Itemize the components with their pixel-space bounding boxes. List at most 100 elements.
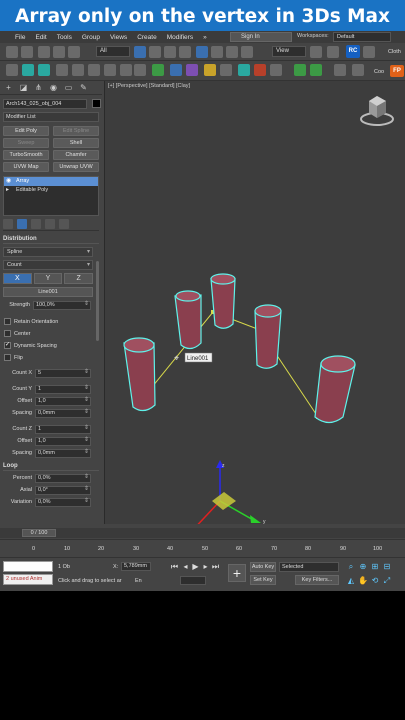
menu-create[interactable]: Create — [132, 34, 162, 41]
go-to-end-icon[interactable]: ⏭ — [211, 562, 220, 571]
pin-stack-icon[interactable] — [3, 219, 13, 229]
checkbox-box[interactable] — [4, 354, 11, 361]
curve-editor-icon[interactable] — [152, 64, 164, 76]
activeshade-icon[interactable] — [270, 64, 282, 76]
spline-pick-button[interactable]: Line001 — [3, 287, 93, 297]
show-end-result-icon[interactable] — [17, 219, 27, 229]
spacing-z-spinner[interactable]: 0,0mm — [35, 448, 91, 458]
spacing-y-spinner[interactable]: 0,0mm — [35, 408, 91, 418]
utilities-tab-icon[interactable]: ✎ — [78, 83, 89, 93]
modify-tab-icon[interactable]: ◪ — [18, 83, 29, 93]
retain-orientation-checkbox[interactable]: Retain Orientation — [4, 317, 99, 326]
center-checkbox[interactable]: Center — [4, 329, 99, 338]
viewcube-icon[interactable] — [360, 96, 394, 126]
render-icon[interactable] — [238, 64, 250, 76]
workspaces-dropdown[interactable]: Default — [333, 32, 391, 42]
sweep-button[interactable]: Sweep — [3, 138, 49, 148]
undo-icon[interactable] — [6, 46, 18, 58]
go-to-start-icon[interactable]: ⏮ — [170, 562, 179, 571]
zoom-all-icon[interactable]: ⊕ — [358, 562, 368, 572]
perspective-viewport[interactable]: [+] [Perspective] [Standard] [Clay] Line… — [104, 81, 405, 524]
render-setup-icon[interactable] — [204, 64, 216, 76]
expand-arrow-icon[interactable]: ▸ — [6, 186, 9, 195]
schematic-view-icon[interactable] — [170, 64, 182, 76]
orbit-icon[interactable]: ⟲ — [370, 576, 380, 586]
count-x-spinner[interactable]: 5 — [35, 368, 91, 378]
scene-explorer-icon[interactable] — [104, 64, 116, 76]
zoom-extents-icon[interactable]: ⊞ — [370, 562, 380, 572]
percent-snap-icon[interactable] — [38, 64, 50, 76]
axis-z-button[interactable]: Z — [64, 273, 94, 284]
set-key-plus-icon[interactable]: + — [228, 564, 246, 582]
rendered-frame-icon[interactable] — [220, 64, 232, 76]
reference-coordinate-dropdown[interactable]: View — [272, 46, 306, 57]
stack-item-editable-poly[interactable]: ▸ Editable Poly — [4, 186, 98, 195]
spline-line001[interactable] — [147, 311, 319, 418]
edit-spline-button[interactable]: Edit Spline — [53, 126, 99, 136]
cloth-label[interactable]: Cloth — [388, 49, 401, 55]
play-icon[interactable]: ▶ — [191, 562, 200, 571]
maxscript-listener[interactable] — [3, 561, 53, 572]
create-tab-icon[interactable]: + — [3, 83, 14, 93]
menu-group[interactable]: Group — [77, 34, 105, 41]
menu-views[interactable]: Views — [105, 34, 132, 41]
pan-icon[interactable]: ✋ — [358, 576, 368, 586]
angle-snap-icon[interactable] — [22, 64, 34, 76]
count-z-spinner[interactable]: 1 — [35, 424, 91, 434]
shell-button[interactable]: Shell — [53, 138, 99, 148]
coo-label[interactable]: Coo — [374, 69, 384, 75]
stack-item-array[interactable]: ◉ Array — [4, 177, 98, 186]
key-selection-dropdown[interactable]: Selected — [279, 562, 339, 572]
mirror-icon[interactable] — [72, 64, 84, 76]
motion-tab-icon[interactable]: ◉ — [48, 83, 59, 93]
axis-x-button[interactable]: X — [3, 273, 32, 284]
toolbar-grid-icon[interactable] — [294, 64, 306, 76]
count-mode-dropdown[interactable]: Count — [3, 260, 93, 270]
bind-spacewarp-icon[interactable] — [68, 46, 80, 58]
edit-poly-button[interactable]: Edit Poly — [3, 126, 49, 136]
percent-spinner[interactable]: 0,0% — [35, 473, 91, 483]
time-slider-handle[interactable]: 0 / 100 — [22, 529, 56, 537]
distribution-type-dropdown[interactable]: Spline — [3, 247, 93, 257]
distribution-rollout-header[interactable]: Distribution — [3, 235, 99, 244]
fp-plugin-button[interactable]: FP — [390, 65, 404, 77]
count-y-spinner[interactable]: 1 — [35, 384, 91, 394]
configure-sets-icon[interactable] — [59, 219, 69, 229]
panel-scrollbar[interactable] — [96, 261, 99, 341]
select-manipulate-icon[interactable] — [327, 46, 339, 58]
zoom-extents-all-icon[interactable]: ⊟ — [382, 562, 392, 572]
pillar-object[interactable] — [210, 273, 236, 329]
maxscript-output[interactable]: 2 unused Anim — [3, 574, 53, 585]
axis-y-button[interactable]: Y — [33, 273, 63, 284]
toolbar-icon[interactable] — [363, 46, 375, 58]
modifier-list-dropdown[interactable]: Modifier List — [3, 112, 99, 122]
rc-plugin-button[interactable]: RC — [346, 45, 360, 58]
turbosmooth-button[interactable]: TurboSmooth — [3, 150, 49, 160]
previous-frame-icon[interactable]: ◂ — [181, 562, 190, 571]
selection-filter-dropdown[interactable]: All — [96, 46, 130, 57]
material-editor-icon[interactable] — [186, 64, 198, 76]
unlink-icon[interactable] — [53, 46, 65, 58]
window-crossing-icon[interactable] — [179, 46, 191, 58]
select-object-icon[interactable] — [134, 46, 146, 58]
hierarchy-tab-icon[interactable]: ⋔ — [33, 83, 44, 93]
pillar-object[interactable] — [254, 304, 282, 369]
pivot-center-icon[interactable] — [310, 46, 322, 58]
time-slider[interactable]: 0 / 100 — [0, 528, 405, 538]
uvw-map-button[interactable]: UVW Map — [3, 162, 49, 172]
flip-checkbox[interactable]: Flip — [4, 353, 99, 362]
sun-icon[interactable] — [310, 64, 322, 76]
key-filters-button[interactable]: Key Filters... — [295, 575, 339, 585]
object-color-swatch[interactable] — [91, 99, 101, 108]
menu-overflow[interactable]: » — [198, 34, 212, 41]
pause-render-icon[interactable] — [352, 64, 364, 76]
menu-edit[interactable]: Edit — [30, 34, 51, 41]
current-frame-field[interactable] — [180, 576, 206, 585]
render-production-icon[interactable] — [254, 64, 266, 76]
checkbox-box-checked[interactable]: ✓ — [4, 342, 11, 349]
track-bar[interactable]: 0 10 20 30 40 50 60 70 80 90 100 — [0, 539, 405, 555]
offset-y-spinner[interactable]: 1,0 — [35, 396, 91, 406]
menu-tools[interactable]: Tools — [52, 34, 77, 41]
pillar-object[interactable] — [314, 355, 356, 424]
menu-file[interactable]: File — [0, 34, 30, 41]
